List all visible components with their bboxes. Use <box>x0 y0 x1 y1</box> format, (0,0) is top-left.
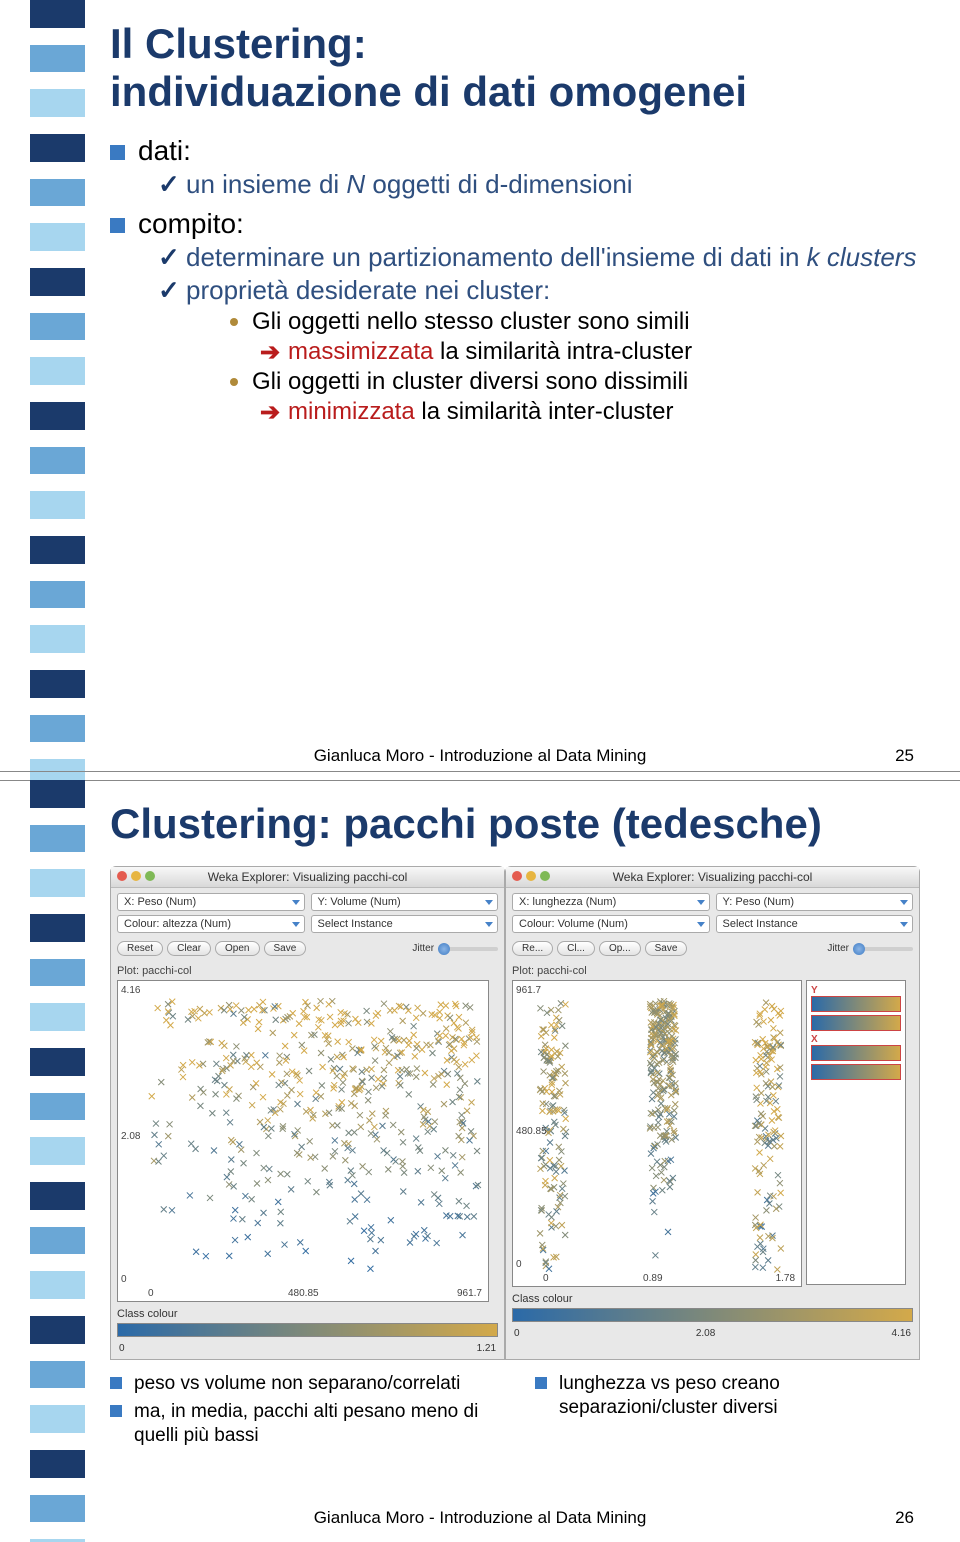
bullet-proprieta: proprietà desiderate nei cluster: <box>158 275 920 306</box>
y-tick: 0 <box>121 1274 127 1285</box>
scale-min: 0 <box>119 1343 125 1354</box>
y-tick: 0 <box>516 1259 522 1270</box>
window-title: Weka Explorer: Visualizing pacchi-col <box>208 870 408 884</box>
scatter-svg <box>118 981 488 1301</box>
plot-label: Plot: pacchi-col <box>506 962 919 977</box>
y-tick: 961.7 <box>516 985 541 996</box>
save-button[interactable]: Save <box>645 941 688 956</box>
scale-max: 1.21 <box>477 1343 496 1354</box>
scale-mid: 2.08 <box>696 1328 715 1339</box>
slide-25: Il Clustering: individuazione di dati om… <box>0 0 960 780</box>
caption-right-1: lunghezza vs peso creano separazioni/clu… <box>535 1372 920 1420</box>
window-title: Weka Explorer: Visualizing pacchi-col <box>613 870 813 884</box>
legend-x: X <box>811 1034 818 1045</box>
slide-title: Il Clustering: individuazione di dati om… <box>110 20 920 117</box>
bullet-simili: Gli oggetti nello stesso cluster sono si… <box>230 308 920 336</box>
jitter-control[interactable]: Jitter <box>827 943 913 954</box>
colour-select[interactable]: Colour: Volume (Num) <box>512 915 709 933</box>
clear-button[interactable]: Cl... <box>557 941 595 956</box>
y-tick: 4.16 <box>121 985 140 996</box>
caption-left-1: peso vs volume non separano/correlati <box>110 1372 495 1396</box>
slide-title: Clustering: pacchi poste (tedesche) <box>110 800 920 848</box>
y-tick: 480.85 <box>516 1126 547 1137</box>
jitter-control[interactable]: Jitter <box>412 943 498 954</box>
bullet-insieme: un insieme di N oggetti di d-dimensioni <box>158 169 920 200</box>
class-colour-label: Class colour <box>111 1306 504 1320</box>
class-colour-label: Class colour <box>506 1291 919 1305</box>
select-instance[interactable]: Select Instance <box>716 915 913 933</box>
page-number: 25 <box>895 746 914 766</box>
bullet-minimizzata: minimizzata la similarità inter-cluster <box>260 398 920 426</box>
scatter-svg <box>513 981 801 1286</box>
open-button[interactable]: Op... <box>599 941 641 956</box>
caption-left-2: ma, in media, pacchi alti pesano meno di… <box>110 1400 495 1448</box>
bullet-dissimili: Gli oggetti in cluster diversi sono diss… <box>230 368 920 396</box>
reset-button[interactable]: Reset <box>117 941 163 956</box>
scatter-plot-left[interactable]: 4.16 2.08 0 0 480.85 961.7 <box>117 980 489 1302</box>
clear-button[interactable]: Clear <box>167 941 211 956</box>
colour-legend-bar <box>117 1323 498 1337</box>
colour-select[interactable]: Colour: altezza (Num) <box>117 915 305 933</box>
colour-legend-bar <box>512 1308 913 1322</box>
legend-panel: Y X <box>806 980 906 1285</box>
slide-26: Clustering: pacchi poste (tedesche) Weka… <box>0 780 960 1542</box>
left-stripe <box>30 0 85 780</box>
window-titlebar: Weka Explorer: Visualizing pacchi-col <box>111 867 504 888</box>
x-axis-select[interactable]: X: Peso (Num) <box>117 893 305 911</box>
captions-row: peso vs volume non separano/correlati ma… <box>110 1372 920 1451</box>
x-tick: 961.7 <box>457 1288 482 1299</box>
window-controls[interactable] <box>512 871 550 881</box>
y-axis-select[interactable]: Y: Peso (Num) <box>716 893 913 911</box>
x-axis-select[interactable]: X: lunghezza (Num) <box>512 893 709 911</box>
page-number: 26 <box>895 1508 914 1528</box>
x-tick: 0.89 <box>643 1273 662 1284</box>
x-tick: 480.85 <box>288 1288 319 1299</box>
jitter-slider[interactable] <box>438 947 498 951</box>
separator <box>0 780 960 781</box>
slide-footer: Gianluca Moro - Introduzione al Data Min… <box>0 746 960 766</box>
scatter-plot-right[interactable]: 961.7 480.85 0 0 0.89 1.78 <box>512 980 802 1287</box>
scale-min: 0 <box>514 1328 520 1339</box>
slide-footer: Gianluca Moro - Introduzione al Data Min… <box>0 1508 960 1528</box>
select-instance[interactable]: Select Instance <box>311 915 499 933</box>
bullet-compito: compito: <box>110 208 920 240</box>
weka-window-left: Weka Explorer: Visualizing pacchi-col X:… <box>110 866 505 1360</box>
reset-button[interactable]: Re... <box>512 941 553 956</box>
x-tick: 0 <box>543 1273 549 1284</box>
bullet-partizionamento: determinare un partizionamento dell'insi… <box>158 242 920 273</box>
bullet-massimizzata: massimizzata la similarità intra-cluster <box>260 338 920 366</box>
plot-label: Plot: pacchi-col <box>111 962 504 977</box>
bullet-dati: dati: <box>110 135 920 167</box>
window-controls[interactable] <box>117 871 155 881</box>
save-button[interactable]: Save <box>264 941 307 956</box>
left-stripe <box>30 780 85 1542</box>
window-titlebar: Weka Explorer: Visualizing pacchi-col <box>506 867 919 888</box>
separator <box>0 771 960 772</box>
charts-row: Weka Explorer: Visualizing pacchi-col X:… <box>110 866 920 1360</box>
open-button[interactable]: Open <box>215 941 259 956</box>
scale-max: 4.16 <box>892 1328 911 1339</box>
x-tick: 1.78 <box>776 1273 795 1284</box>
y-axis-select[interactable]: Y: Volume (Num) <box>311 893 499 911</box>
x-tick: 0 <box>148 1288 154 1299</box>
weka-window-right: Weka Explorer: Visualizing pacchi-col X:… <box>505 866 920 1360</box>
y-tick: 2.08 <box>121 1131 140 1142</box>
jitter-slider[interactable] <box>853 947 913 951</box>
legend-y: Y <box>811 985 818 996</box>
